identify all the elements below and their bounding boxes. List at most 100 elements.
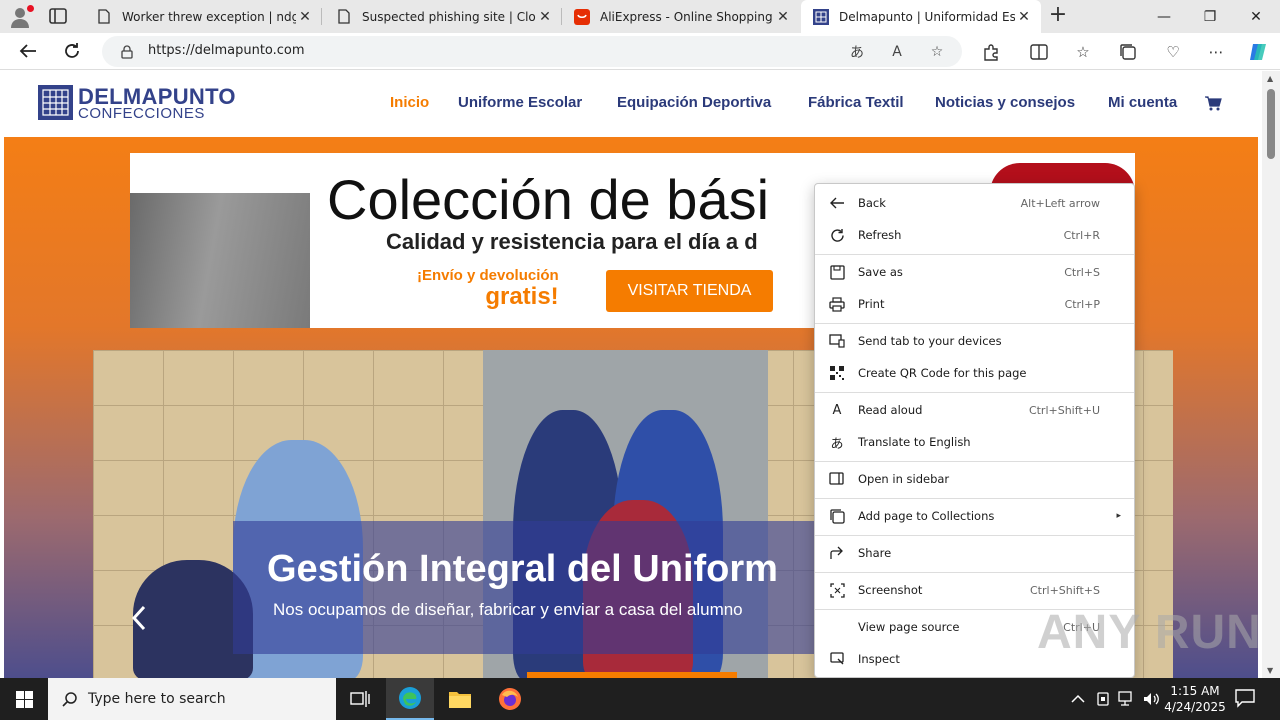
- menu-item-label: Read aloud: [858, 403, 923, 417]
- address-bar[interactable]: https://delmapunto.com あ A ☆: [102, 36, 962, 67]
- tab-close-icon[interactable]: ✕: [1015, 9, 1033, 25]
- url-text[interactable]: https://delmapunto.com: [148, 43, 305, 58]
- visit-store-button[interactable]: VISITAR TIENDA: [606, 270, 773, 312]
- menu-item-read-aloud[interactable]: A Read aloud Ctrl+Shift+U: [815, 394, 1134, 426]
- menu-item-send-tab[interactable]: Send tab to your devices: [815, 325, 1134, 357]
- trousers-image: [130, 193, 310, 328]
- extensions-icon[interactable]: [978, 39, 1004, 65]
- menu-item-qr-code[interactable]: Create QR Code for this page: [815, 357, 1134, 389]
- back-button[interactable]: [14, 38, 42, 64]
- tab-label: Worker threw exception | ndgadf: [122, 9, 296, 24]
- firefox-icon[interactable]: [486, 678, 534, 720]
- qr-code-icon: [828, 364, 846, 382]
- volume-icon[interactable]: [1142, 678, 1160, 720]
- site-logo[interactable]: DELMAPUNTO CONFECCIONES: [38, 84, 278, 125]
- banner-title: Colección de bási: [327, 168, 770, 231]
- save-icon: [828, 263, 846, 281]
- menu-separator: [815, 254, 1134, 255]
- profile-avatar-icon[interactable]: [8, 5, 34, 29]
- slider-prev-icon[interactable]: [130, 604, 154, 640]
- tab-worker-exception[interactable]: Worker threw exception | ndgadf ✕: [84, 0, 322, 33]
- browser-essentials-icon[interactable]: ♡: [1160, 39, 1186, 65]
- task-view-icon[interactable]: [336, 678, 384, 720]
- menu-item-label: Translate to English: [858, 435, 971, 449]
- scrollbar-thumb[interactable]: [1267, 89, 1275, 159]
- nav-fabrica-textil[interactable]: Fábrica Textil: [808, 94, 904, 111]
- notifications-icon[interactable]: [1234, 688, 1258, 710]
- lock-icon[interactable]: [116, 41, 138, 63]
- site-header: DELMAPUNTO CONFECCIONES Inicio Uniforme …: [4, 71, 1258, 137]
- file-explorer-icon[interactable]: [436, 678, 484, 720]
- menu-item-refresh[interactable]: Refresh Ctrl+R: [815, 219, 1134, 251]
- nav-mi-cuenta[interactable]: Mi cuenta: [1108, 94, 1177, 111]
- menu-item-add-to-collections[interactable]: Add page to Collections ▸: [815, 500, 1134, 532]
- aliexpress-icon: [574, 8, 590, 25]
- clock-time: 1:15 AM: [1170, 684, 1220, 698]
- share-icon: [828, 544, 846, 562]
- refresh-button[interactable]: [58, 38, 86, 64]
- clock-date: 4/24/2025: [1164, 700, 1226, 714]
- menu-item-label: Back: [858, 196, 886, 210]
- menu-item-share[interactable]: Share: [815, 537, 1134, 569]
- banner-subtitle: Calidad y resistencia para el día a d: [386, 229, 758, 254]
- favorite-star-icon[interactable]: ☆: [926, 41, 948, 63]
- taskbar-search-box[interactable]: Type here to search: [48, 678, 336, 720]
- windows-taskbar: Type here to search 1:15 AM 4/24/2025: [0, 678, 1280, 720]
- tab-separator: [321, 8, 322, 25]
- network-status-icon[interactable]: [1095, 678, 1111, 720]
- page-scrollbar[interactable]: ▲ ▼: [1262, 71, 1280, 678]
- search-icon: [60, 689, 80, 709]
- nav-inicio[interactable]: Inicio: [390, 94, 429, 111]
- menu-item-save-as[interactable]: Save as Ctrl+S: [815, 256, 1134, 288]
- send-tab-icon: [828, 332, 846, 350]
- settings-more-icon[interactable]: ⋯: [1203, 39, 1229, 65]
- minimize-button[interactable]: —: [1141, 0, 1187, 33]
- close-button[interactable]: ✕: [1233, 0, 1279, 33]
- collections-icon[interactable]: [1115, 39, 1141, 65]
- tab-actions-icon[interactable]: [48, 7, 70, 27]
- read-aloud-icon: A: [832, 402, 842, 418]
- nav-noticias-consejos[interactable]: Noticias y consejos: [935, 94, 1075, 111]
- tab-close-icon[interactable]: ✕: [536, 9, 554, 25]
- menu-separator: [815, 392, 1134, 393]
- anyrun-watermark: ANY RUN: [1037, 606, 1262, 659]
- tray-overflow-icon[interactable]: [1071, 678, 1085, 720]
- menu-item-label: Open in sidebar: [858, 472, 950, 486]
- blank-icon: [828, 618, 846, 636]
- screenshot-icon: [828, 581, 846, 599]
- copilot-icon[interactable]: [1245, 39, 1271, 65]
- refresh-icon: [828, 226, 846, 244]
- menu-item-label: Screenshot: [858, 583, 923, 597]
- tab-phishing-site[interactable]: Suspected phishing site | Cloudfl ✕: [324, 0, 562, 33]
- translate-icon[interactable]: あ: [846, 41, 868, 63]
- menu-item-print[interactable]: Print Ctrl+P: [815, 288, 1134, 320]
- tab-close-icon[interactable]: ✕: [774, 9, 792, 25]
- scroll-up-icon[interactable]: ▲: [1267, 74, 1273, 83]
- new-tab-button[interactable]: +: [1047, 4, 1069, 27]
- tab-aliexpress[interactable]: AliExpress - Online Shopping für ✕: [562, 0, 800, 33]
- menu-item-back[interactable]: Back Alt+Left arrow: [815, 187, 1134, 219]
- favorites-icon[interactable]: ☆: [1070, 39, 1096, 65]
- ethernet-icon[interactable]: [1118, 678, 1136, 720]
- menu-item-open-sidebar[interactable]: Open in sidebar: [815, 463, 1134, 495]
- collections-icon: [828, 507, 846, 525]
- menu-separator: [815, 498, 1134, 499]
- nav-uniforme-escolar[interactable]: Uniforme Escolar: [458, 94, 582, 111]
- taskbar-clock[interactable]: 1:15 AM 4/24/2025: [1163, 683, 1227, 715]
- cart-icon[interactable]: [1204, 95, 1222, 113]
- restore-button[interactable]: ❐: [1187, 0, 1233, 33]
- browser-tab-strip: Worker threw exception | ndgadf ✕ Suspec…: [0, 0, 1280, 33]
- menu-separator: [815, 535, 1134, 536]
- menu-item-translate[interactable]: あ Translate to English: [815, 426, 1134, 458]
- windows-start-icon[interactable]: [0, 678, 48, 720]
- read-aloud-icon[interactable]: A: [886, 41, 908, 63]
- tab-delmapunto[interactable]: Delmapunto | Uniformidad Escol ✕: [801, 0, 1041, 33]
- menu-item-label: Print: [858, 297, 885, 311]
- menu-item-screenshot[interactable]: Screenshot Ctrl+Shift+S: [815, 574, 1134, 606]
- menu-item-shortcut: Ctrl+R: [1063, 228, 1100, 242]
- tab-close-icon[interactable]: ✕: [296, 9, 314, 25]
- scroll-down-icon[interactable]: ▼: [1267, 666, 1273, 675]
- split-screen-icon[interactable]: [1026, 39, 1052, 65]
- edge-taskbar-icon[interactable]: [386, 678, 434, 720]
- nav-equipacion-deportiva[interactable]: Equipación Deportiva: [617, 94, 771, 111]
